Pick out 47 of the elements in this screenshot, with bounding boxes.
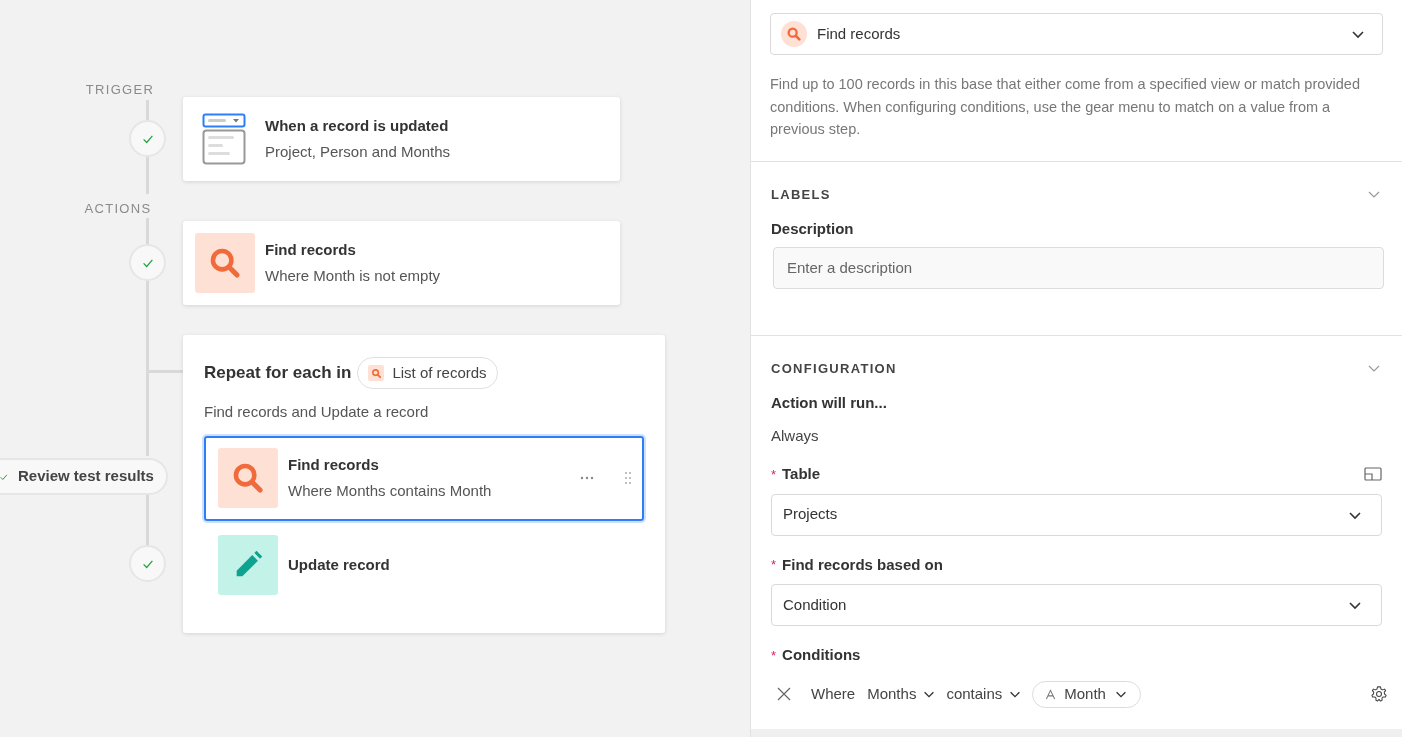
required-marker: *	[771, 646, 777, 665]
field-label: Action will run...	[771, 393, 888, 413]
description-field[interactable]: Enter a description	[773, 246, 1384, 289]
required-marker: *	[771, 465, 777, 484]
step-subtitle: Where Month is not empty	[265, 265, 441, 286]
condition-prefix: Where	[811, 683, 856, 704]
field-label: Table	[782, 464, 821, 484]
drag-handle-icon[interactable]	[624, 471, 632, 485]
magnifier-icon	[781, 21, 807, 47]
magnifier-icon	[218, 448, 278, 508]
magnifier-icon	[195, 233, 255, 293]
section-heading: LABELS	[771, 185, 831, 204]
based-on-dropdown[interactable]: Condition	[771, 584, 1382, 626]
step-card[interactable]: Find records Where Month is not empty	[183, 221, 620, 305]
repeat-summary: Find records and Update a record	[204, 402, 430, 422]
operator-dropdown[interactable]: contains	[946, 682, 1023, 706]
table-dropdown[interactable]: Projects	[771, 493, 1382, 536]
step-subtitle: Where Months contains Month	[288, 480, 493, 501]
step-subtitle: Project, Person and Months	[265, 141, 451, 162]
settings-icon[interactable]	[1370, 685, 1388, 703]
step-card[interactable]: Update record	[204, 522, 644, 608]
close-icon[interactable]	[777, 687, 791, 701]
step-title: When a record is updated	[265, 116, 450, 136]
action-type-dropdown[interactable]: Find records	[770, 13, 1383, 55]
step-card[interactable]: When a record is updated Project, Person and Months	[183, 97, 620, 181]
field-label: Conditions	[782, 645, 861, 665]
step-card[interactable]: Find records Where Months contains Month	[204, 435, 644, 521]
pencil-icon	[218, 535, 278, 595]
action-description: Find up to 100 records in this base that either come from a specified view or match provided conditions. When configuring conditions, use the gear menu to match on a value from a previous step.	[770, 75, 1361, 139]
step-title: Update record	[288, 554, 391, 575]
field-label: Find records based on	[782, 554, 943, 575]
section-heading: CONFIGURATION	[771, 359, 897, 378]
step-title: Find records	[265, 240, 357, 260]
repeat-title: Repeat for each in	[204, 362, 352, 385]
field-dropdown[interactable]: Months	[867, 682, 937, 706]
section-label: TRIGGER	[84, 81, 156, 99]
run-value: Always	[771, 425, 820, 446]
magnifier-icon	[368, 365, 385, 381]
step-title: Find records	[288, 455, 380, 475]
text-field-icon	[1045, 688, 1057, 700]
expand-view-icon[interactable]	[1364, 467, 1382, 482]
section-label: ACTIONS	[83, 200, 153, 218]
more-icon[interactable]	[580, 476, 594, 480]
required-marker: *	[771, 556, 777, 574]
field-label: Description	[771, 219, 855, 239]
scrollbar[interactable]	[751, 729, 1402, 737]
review-button[interactable]: Review test results	[0, 458, 168, 495]
